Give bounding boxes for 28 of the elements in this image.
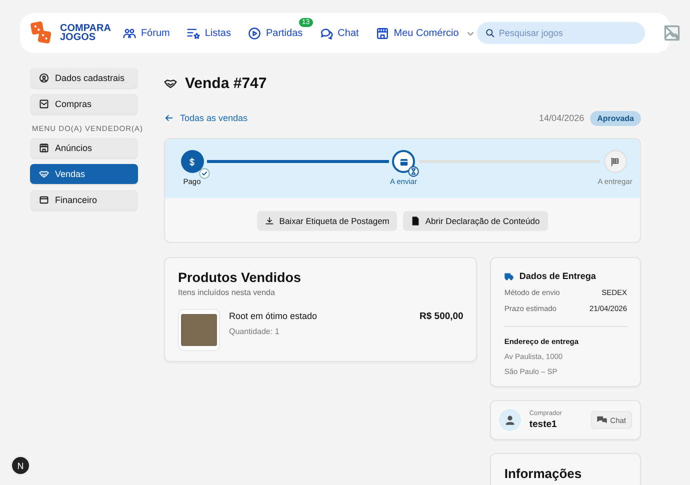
card-title: Informações — [504, 466, 583, 481]
page-title: Venda #747 — [185, 74, 267, 92]
back-link[interactable]: Todas as vendas — [164, 113, 248, 123]
sidebar-item[interactable]: Compras — [30, 94, 138, 114]
sidebar-item[interactable]: Financeiro — [30, 190, 138, 210]
nav-link[interactable]: Meu Comércio — [376, 26, 477, 40]
product-name: Root em ótimo estado — [229, 311, 318, 321]
sidebar-item[interactable]: Anúncios — [30, 138, 138, 158]
nav-link[interactable]: Chat — [320, 26, 359, 40]
nav-link[interactable]: Fórum — [122, 26, 170, 40]
search-field[interactable]: Pesquisar jogos — [476, 22, 645, 44]
card-subtitle: Itens incluídos nesta venda — [178, 288, 276, 297]
buyer-name: teste1 — [529, 419, 558, 430]
dev-tools-button[interactable]: N — [10, 455, 31, 476]
card-title: Dados de Entrega — [519, 271, 596, 281]
action-button[interactable]: Baixar Etiqueta de Postagem — [257, 211, 398, 231]
nav-link[interactable]: Listas — [186, 26, 231, 40]
status-badge: Aprovada — [590, 110, 641, 126]
card-title: Produtos Vendidos — [178, 270, 302, 285]
nav-link[interactable]: Partidas — [248, 26, 303, 40]
product-quantity: Quantidade: 1 — [229, 327, 280, 336]
sidebar-item[interactable]: Dados cadastrais — [30, 68, 138, 88]
logo-text: COMPARA — [60, 24, 111, 33]
sidebar-item[interactable]: Vendas — [30, 164, 138, 184]
sale-date: 14/04/2026 — [539, 113, 584, 123]
logo-text: JOGOS — [60, 33, 97, 42]
action-button[interactable]: Abrir Declaração de Conteúdo — [403, 211, 548, 231]
product-price: R$ 500,00 — [420, 311, 464, 322]
